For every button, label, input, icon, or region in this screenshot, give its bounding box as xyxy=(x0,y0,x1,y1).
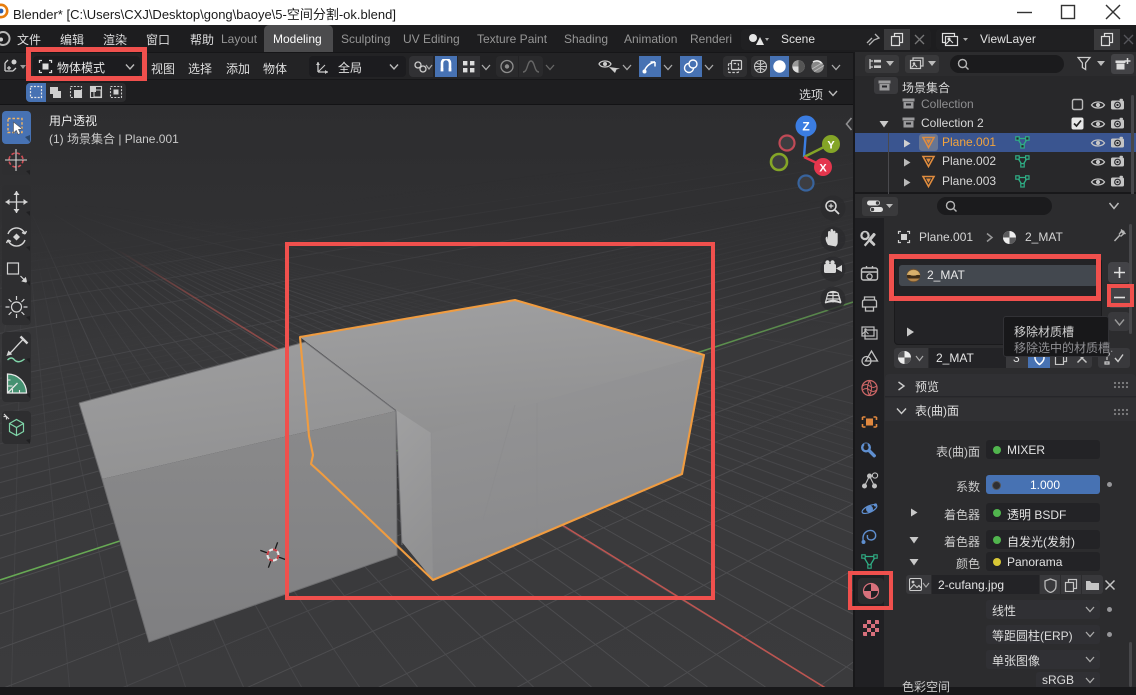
svg-text:X: X xyxy=(819,163,827,175)
svg-text:Y: Y xyxy=(827,140,835,152)
svg-text:Z: Z xyxy=(802,120,809,134)
